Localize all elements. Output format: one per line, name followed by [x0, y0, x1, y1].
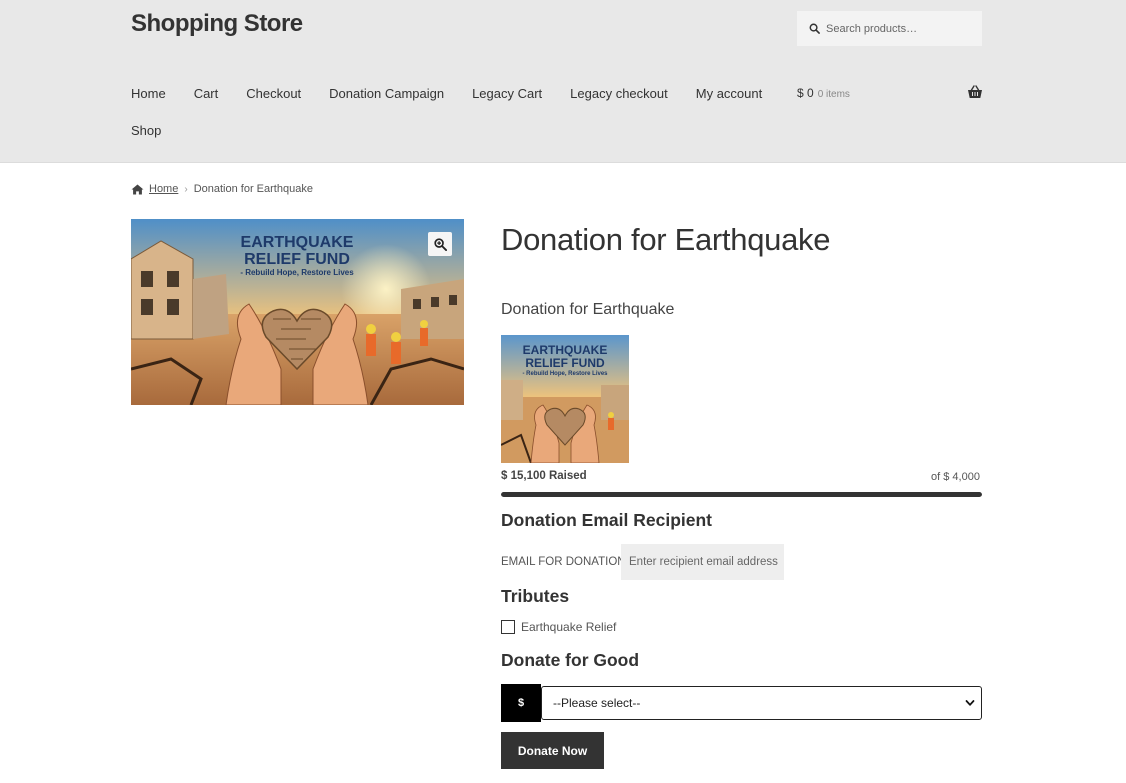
donation-amount-select[interactable]: --Please select-- — [541, 686, 982, 720]
thumb-title-line1: EARTHQUAKE — [523, 343, 608, 357]
thumb-title-line2: RELIEF FUND — [525, 356, 605, 370]
image-title-line2: RELIEF FUND — [244, 251, 350, 268]
chevron-down-icon — [965, 700, 975, 706]
email-section-heading: Donation Email Recipient — [501, 510, 712, 530]
select-value: --Please select-- — [553, 696, 641, 710]
zoom-button[interactable] — [428, 232, 452, 256]
recipient-email-input[interactable] — [621, 544, 784, 580]
breadcrumb-current: Donation for Earthquake — [193, 183, 313, 195]
nav-item-shop[interactable]: Shop — [131, 123, 161, 138]
goal-amount: of $ 4,000 — [931, 471, 980, 483]
basket-icon[interactable] — [967, 85, 983, 99]
raised-amount: $ 15,100 Raised — [501, 470, 587, 482]
primary-nav: Home Cart Checkout Donation Campaign Leg… — [131, 86, 790, 101]
nav-item-cart[interactable]: Cart — [194, 86, 219, 101]
currency-symbol: $ — [501, 684, 541, 722]
campaign-progress-bar — [501, 492, 982, 497]
search-icon — [809, 23, 820, 34]
nav-item-legacy-cart[interactable]: Legacy Cart — [472, 86, 542, 101]
tribute-option[interactable]: Earthquake Relief — [501, 620, 616, 634]
earthquake-relief-illustration: EARTHQUAKE RELIEF FUND - Rebuild Hope, R… — [131, 219, 464, 405]
product-image[interactable]: EARTHQUAKE RELIEF FUND - Rebuild Hope, R… — [131, 219, 464, 405]
secondary-nav: Shop — [131, 123, 161, 138]
nav-item-donation-campaign[interactable]: Donation Campaign — [329, 86, 444, 101]
cart-amount: $ 0 — [797, 86, 814, 100]
campaign-thumbnail: EARTHQUAKE RELIEF FUND - Rebuild Hope, R… — [501, 335, 629, 463]
campaign-progress-fill — [501, 492, 982, 497]
breadcrumb: Home › Donation for Earthquake — [131, 183, 313, 195]
image-title-line1: EARTHQUAKE — [241, 234, 354, 251]
nav-item-home[interactable]: Home — [131, 86, 166, 101]
donate-now-button[interactable]: Donate Now — [501, 732, 604, 769]
tribute-checkbox[interactable] — [501, 620, 515, 634]
campaign-title: Donation for Earthquake — [501, 301, 675, 318]
header-cart[interactable]: $ 00 items — [797, 86, 850, 100]
site-title[interactable]: Shopping Store — [131, 10, 303, 38]
search-input[interactable] — [826, 22, 976, 35]
nav-item-legacy-checkout[interactable]: Legacy checkout — [570, 86, 668, 101]
thumb-subtitle: - Rebuild Hope, Restore Lives — [522, 371, 608, 377]
earthquake-relief-thumbnail: EARTHQUAKE RELIEF FUND - Rebuild Hope, R… — [501, 335, 629, 463]
breadcrumb-home[interactable]: Home — [149, 183, 178, 195]
nav-item-checkout[interactable]: Checkout — [246, 86, 301, 101]
search-box[interactable] — [797, 11, 982, 46]
site-header: Shopping Store Home Cart Checkout Donati… — [0, 0, 1126, 163]
zoom-in-icon — [433, 237, 447, 251]
email-for-donation-label: EMAIL FOR DONATION — [501, 556, 626, 568]
tributes-heading: Tributes — [501, 586, 570, 606]
cart-item-count: 0 items — [817, 89, 850, 100]
home-icon — [131, 183, 144, 195]
breadcrumb-separator: › — [184, 183, 188, 195]
image-subtitle: - Rebuild Hope, Restore Lives — [240, 268, 354, 277]
donate-heading: Donate for Good — [501, 650, 640, 670]
tribute-label: Earthquake Relief — [521, 620, 617, 634]
product-title: Donation for Earthquake — [501, 222, 831, 257]
nav-item-my-account[interactable]: My account — [696, 86, 762, 101]
